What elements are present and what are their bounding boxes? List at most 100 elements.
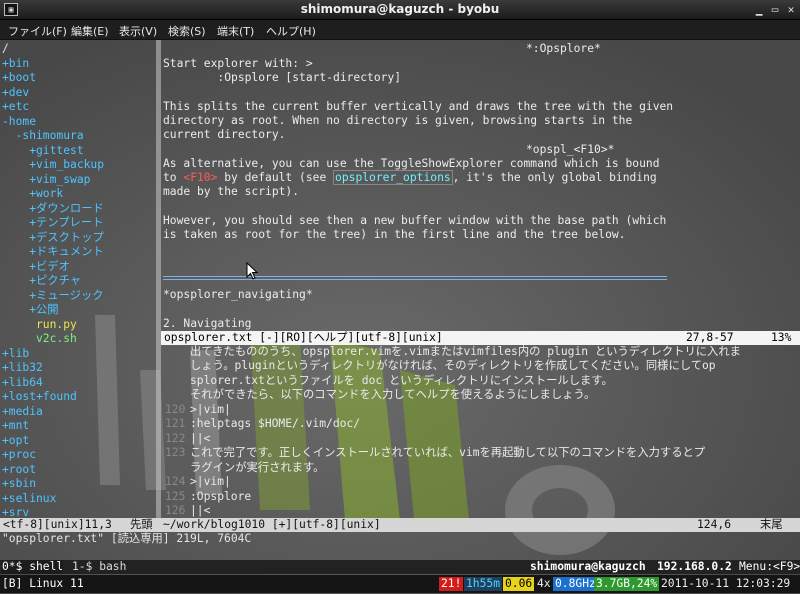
tree-node[interactable]: +dev <box>2 86 29 100</box>
help-text: As alternative, you can use the ToggleSh… <box>163 157 660 170</box>
byobu-datetime: 2011-10-11 12:03:29 <box>661 577 791 590</box>
byobu-window-1[interactable]: 1-$ bash <box>72 560 126 574</box>
tree-node[interactable]: +bin <box>2 57 29 71</box>
tree-status-pos: 先頭 <box>130 518 153 531</box>
help-text: is taken as root for the tree) in the fi… <box>163 228 626 241</box>
tree-node[interactable]: +lib <box>2 347 29 361</box>
tree-node[interactable]: +etc <box>2 100 29 114</box>
help-text: This splits the current buffer verticall… <box>163 100 674 113</box>
editor-status-line: <tf-8][unix]11,3 先頭 ~/work/blog1010 [+][… <box>0 518 800 532</box>
tree-node[interactable]: +ピクチャ <box>2 274 81 288</box>
tree-node[interactable]: +boot <box>2 71 36 85</box>
byobu-cpu-count: 4x <box>537 577 551 590</box>
tree-node[interactable]: +vim_backup <box>2 158 104 172</box>
tree-node[interactable]: +root <box>2 463 36 477</box>
tree-node[interactable]: +proc <box>2 448 36 462</box>
help-text: However, you should see then a new buffe… <box>163 214 667 227</box>
tree-node[interactable]: +gittest <box>2 144 83 158</box>
tree-node[interactable]: -home <box>2 115 36 129</box>
tree-node[interactable]: +公開 <box>2 303 58 317</box>
byobu-updates-available: 21! <box>439 577 464 591</box>
buffer-line: これで完了です。正しくインストールされていれば、vimを再起動して以下のコマンド… <box>190 446 706 460</box>
line-number: 121 <box>165 417 186 431</box>
close-icon[interactable]: ✕ <box>784 3 798 17</box>
tree-node[interactable]: +ビデオ <box>2 260 70 274</box>
tree-node[interactable]: +lost+found <box>2 390 77 404</box>
tree-node[interactable]: +ドキュメント <box>2 245 104 259</box>
tree-node[interactable]: v2c.sh <box>2 332 77 346</box>
buffer-line: ||< <box>190 431 211 445</box>
buffer-line: しょう。pluginというディレクトリがなければ、そのディレクトリを作成してくだ… <box>190 359 716 373</box>
menubar: ファイル(F) 編集(E) 表示(V) 検索(S) 端末(T) ヘルプ(H) <box>0 20 800 40</box>
help-section-separator <box>163 276 667 280</box>
byobu-window-bar: 0*$ shell 1-$ bash shimomura@kaguzch 192… <box>0 560 800 574</box>
tree-node[interactable]: +opt <box>2 434 29 448</box>
help-tag-f10: *opspl_<F10>* <box>526 143 615 156</box>
menu-terminal[interactable]: 端末(T) <box>217 23 254 39</box>
byobu-hostname: shimomura@kaguzch <box>530 560 646 573</box>
byobu-window-0[interactable]: 0*$ shell <box>2 560 64 574</box>
maximize-icon[interactable]: ▭ <box>768 3 782 17</box>
help-text: made by the script). <box>163 185 300 198</box>
buffer-line: 出てきたもののうち、opsplorer.vimを.vimまたはvimfiles内… <box>190 345 741 358</box>
tree-node[interactable]: +ミュージック <box>2 289 103 303</box>
tree-node[interactable]: +テンプレート <box>2 216 103 230</box>
help-text: to <box>163 171 184 184</box>
help-status-percent: 13% <box>771 331 792 344</box>
line-number: 126 <box>165 503 186 517</box>
buffer-line: :helptags $HOME/.vim/doc/ <box>190 417 361 431</box>
menu-help[interactable]: ヘルプ(H) <box>266 23 316 39</box>
window-title: shimomura@kaguzch - byobu <box>300 2 500 16</box>
tree-node[interactable]: +selinux <box>2 492 56 506</box>
vertical-split-separator[interactable] <box>156 40 161 518</box>
help-text: directory as root. When no directory is … <box>163 114 633 127</box>
tree-node[interactable]: / <box>2 42 9 56</box>
buffer-line: :Opsplore <box>190 489 252 503</box>
help-key-f10: <F10> <box>183 171 218 184</box>
tree-node[interactable]: +lib32 <box>2 361 43 375</box>
tree-node[interactable]: +lib64 <box>2 376 43 390</box>
help-text: current directory. <box>163 128 286 141</box>
tree-node[interactable]: +media <box>2 405 43 419</box>
tree-status: <tf-8][unix]11,3 <box>3 518 112 531</box>
tree-node[interactable]: +sbin <box>2 477 36 491</box>
mouse-pointer-icon <box>246 262 258 280</box>
menu-file[interactable]: ファイル(F) <box>8 23 67 39</box>
byobu-ip-address: 192.168.0.2 <box>657 560 732 573</box>
tree-node[interactable]: +work <box>2 187 63 201</box>
help-link-opsplorer-options[interactable]: opsplorer_options <box>333 170 453 185</box>
editor-status-filename: ~/work/blog1010 [+][utf-8][unix] <box>163 518 381 531</box>
buffer-line: >|vim| <box>190 475 231 489</box>
line-number: 125 <box>165 489 186 503</box>
byobu-load-average: 0.06 <box>503 577 535 591</box>
help-text: by default (see <box>217 171 334 184</box>
tree-node[interactable]: run.py <box>2 318 77 332</box>
buffer-line: ラグインが実行されます。 <box>190 460 325 474</box>
window-titlebar: ▣ shimomura@kaguzch - byobu ▁ ▭ ✕ <box>0 0 800 20</box>
tree-node[interactable]: +mnt <box>2 419 29 433</box>
menu-edit[interactable]: 編集(E) <box>71 23 109 39</box>
menu-search[interactable]: 検索(S) <box>168 23 206 39</box>
menu-view[interactable]: 表示(V) <box>119 23 157 39</box>
byobu-cpu-frequency: 0.8GHz <box>553 577 598 591</box>
byobu-menu-hint[interactable]: Menu:<F9> <box>739 560 800 574</box>
byobu-uptime: 1h55m <box>464 577 503 591</box>
buffer-line: >|vim| <box>190 402 231 416</box>
tree-node[interactable]: -shimomura <box>2 129 84 143</box>
minimize-icon[interactable]: ▁ <box>752 3 766 17</box>
help-tag-navigating: *opsplorer_navigating* <box>163 288 313 301</box>
editor-status-percent: 末尾 <box>760 518 783 531</box>
help-section-heading: 2. Navigating <box>163 317 252 330</box>
help-status-filename: opsplorer.txt [-][RO][ヘルプ][utf-8][unix] <box>164 331 443 344</box>
help-text-line: to <F10> by default (see opsplorer_optio… <box>163 170 657 185</box>
terminal-area[interactable]: / +bin +boot +dev +etc -home -shimomura +gitt… <box>0 40 800 594</box>
vim-command-line[interactable]: "opsplorer.txt" [読込専用] 219L, 7604C <box>2 532 251 546</box>
buffer-line: ||< <box>190 503 211 517</box>
tree-node[interactable]: +vim_swap <box>2 173 90 187</box>
line-number: 123 <box>165 446 186 460</box>
tree-node[interactable]: +ダウンロード <box>2 202 104 216</box>
tree-node[interactable]: +デスクトップ <box>2 231 104 245</box>
line-number: 120 <box>165 402 186 416</box>
byobu-os-info: [B] Linux 11 <box>2 577 84 590</box>
byobu-memory-usage: 3.7GB,24% <box>594 577 660 591</box>
